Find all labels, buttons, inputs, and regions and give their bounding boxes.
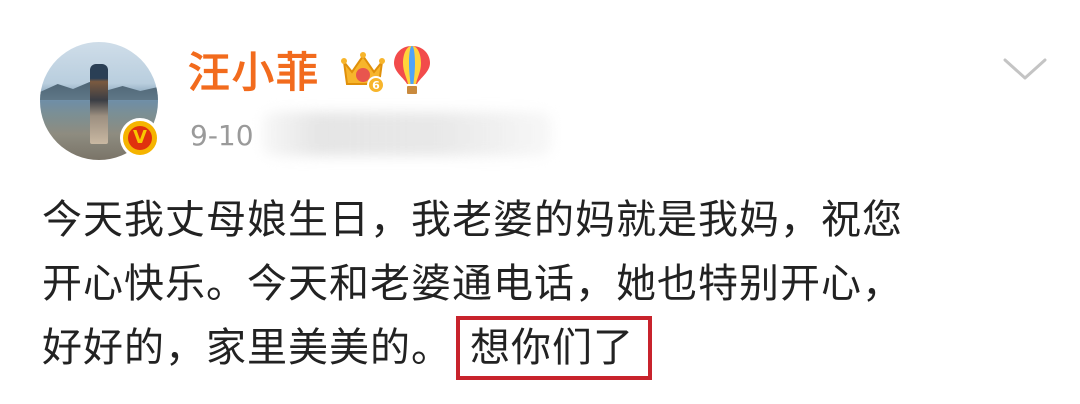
author-name[interactable]: 汪小菲 xyxy=(188,44,320,102)
weibo-post: V 汪小菲 6 9-10 今天我丈母娘生日，我老婆的妈就是我妈，祝您 开心快乐。… xyxy=(0,0,1080,404)
chevron-down-icon[interactable] xyxy=(1000,52,1050,86)
content-line-2: 开心快乐。今天和老婆通电话，她也特别开心， xyxy=(42,261,903,307)
blurred-source-text xyxy=(262,112,552,156)
hot-air-balloon-icon[interactable] xyxy=(392,44,432,96)
content-line-3: 好好的，家里美美的。 想你们了 xyxy=(42,316,1052,380)
content-line-3-text: 好好的，家里美美的。 xyxy=(42,325,452,371)
verified-v-icon: V xyxy=(120,118,160,158)
avatar-person xyxy=(90,64,108,144)
crown-level: 6 xyxy=(372,79,380,92)
post-content: 今天我丈母娘生日，我老婆的妈就是我妈，祝您 开心快乐。今天和老婆通电话，她也特别… xyxy=(42,188,1052,380)
crown-vip-icon[interactable]: 6 xyxy=(340,48,386,94)
author-avatar[interactable]: V xyxy=(40,42,160,160)
highlighted-phrase: 想你们了 xyxy=(456,316,652,380)
content-line-1: 今天我丈母娘生日，我老婆的妈就是我妈，祝您 xyxy=(42,197,903,243)
post-timestamp: 9-10 xyxy=(190,119,254,152)
